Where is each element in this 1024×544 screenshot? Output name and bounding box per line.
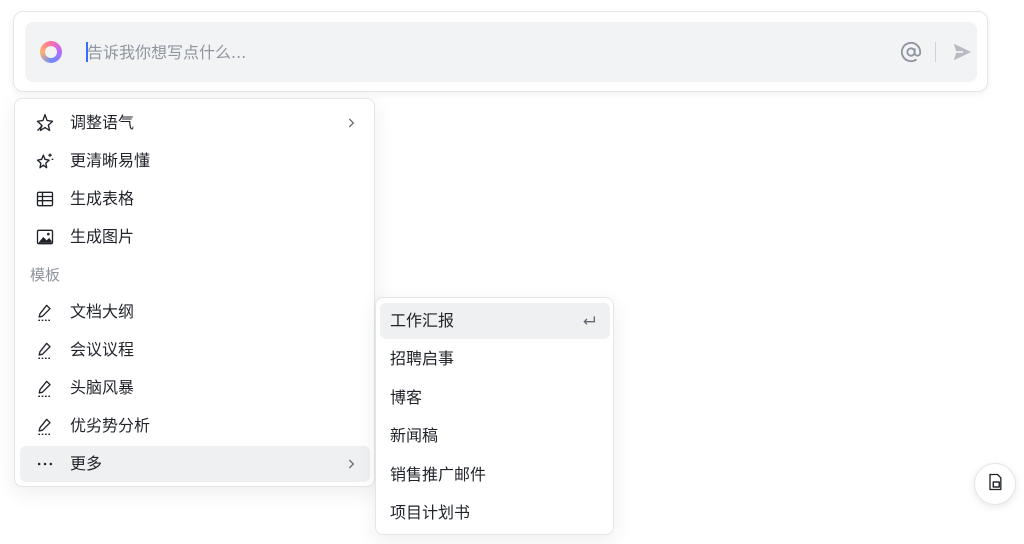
- menu-item-label: 更清晰易懂: [70, 151, 151, 170]
- menu-item-label: 调整语气: [70, 113, 135, 132]
- submenu-item-label: 项目计划书: [390, 503, 471, 522]
- prompt-input[interactable]: [87, 38, 867, 66]
- enter-key-icon: [580, 312, 598, 330]
- pen-icon: [34, 415, 56, 437]
- submenu-item-label: 工作汇报: [390, 311, 455, 330]
- submenu-item-label: 销售推广邮件: [390, 465, 487, 484]
- more-templates-submenu: 工作汇报 招聘启事 博客 新闻稿 销售推广邮件 项目计划书: [375, 297, 614, 535]
- menu-item-meeting-agenda[interactable]: 会议议程: [20, 332, 370, 368]
- chevron-right-icon: [342, 455, 360, 473]
- menu-item-adjust-tone[interactable]: 调整语气: [20, 105, 370, 141]
- submenu-item-label: 新闻稿: [390, 426, 439, 445]
- menu-item-label: 头脑风暴: [70, 378, 135, 397]
- menu-item-brainstorm[interactable]: 头脑风暴: [20, 370, 370, 406]
- submenu-item-job-posting[interactable]: 招聘启事: [380, 341, 610, 377]
- toolbar-divider: [935, 42, 936, 62]
- submenu-item-project-plan[interactable]: 项目计划书: [380, 495, 610, 531]
- floating-doc-button[interactable]: [974, 463, 1016, 505]
- submenu-item-blog[interactable]: 博客: [380, 380, 610, 416]
- menu-item-label: 生成表格: [70, 189, 135, 208]
- prompt-card: [13, 11, 988, 92]
- chevron-right-icon: [342, 114, 360, 132]
- section-label-templates: 模板: [30, 266, 61, 284]
- image-icon: [34, 226, 56, 248]
- ai-assistant-logo-icon: [40, 41, 62, 63]
- menu-item-label: 更多: [70, 454, 103, 473]
- menu-item-label: 会议议程: [70, 340, 135, 359]
- submenu-item-press-release[interactable]: 新闻稿: [380, 418, 610, 454]
- menu-item-more[interactable]: 更多: [20, 446, 370, 482]
- submenu-item-sales-email[interactable]: 销售推广邮件: [380, 457, 610, 493]
- menu-item-label: 文档大纲: [70, 302, 135, 321]
- menu-item-doc-outline[interactable]: 文档大纲: [20, 294, 370, 330]
- submenu-item-work-report[interactable]: 工作汇报: [380, 303, 610, 339]
- submenu-item-label: 招聘启事: [390, 349, 455, 368]
- pen-icon: [34, 301, 56, 323]
- table-icon: [34, 188, 56, 210]
- ai-writer-panel: 调整语气 更清晰易懂 生成表格: [0, 0, 1024, 544]
- mention-at-icon[interactable]: [899, 40, 923, 64]
- submenu-item-label: 博客: [390, 388, 423, 407]
- pen-icon: [34, 339, 56, 361]
- ai-action-menu: 调整语气 更清晰易懂 生成表格 生成图片 模板 文档大纲 会议议程 头脑风暴 优…: [14, 98, 375, 487]
- menu-item-clearer[interactable]: 更清晰易懂: [20, 143, 370, 179]
- send-icon[interactable]: [949, 39, 975, 65]
- pen-icon: [34, 377, 56, 399]
- menu-item-label: 优劣势分析: [70, 416, 151, 435]
- sparkle-stars-icon: [34, 150, 56, 172]
- magic-stars-icon: [34, 112, 56, 134]
- menu-item-generate-image[interactable]: 生成图片: [20, 219, 370, 255]
- menu-item-label: 生成图片: [70, 227, 135, 246]
- prompt-input-container[interactable]: [25, 22, 977, 82]
- menu-item-generate-table[interactable]: 生成表格: [20, 181, 370, 217]
- menu-item-swot[interactable]: 优劣势分析: [20, 408, 370, 444]
- document-icon: [985, 472, 1005, 496]
- ellipsis-icon: [34, 453, 56, 475]
